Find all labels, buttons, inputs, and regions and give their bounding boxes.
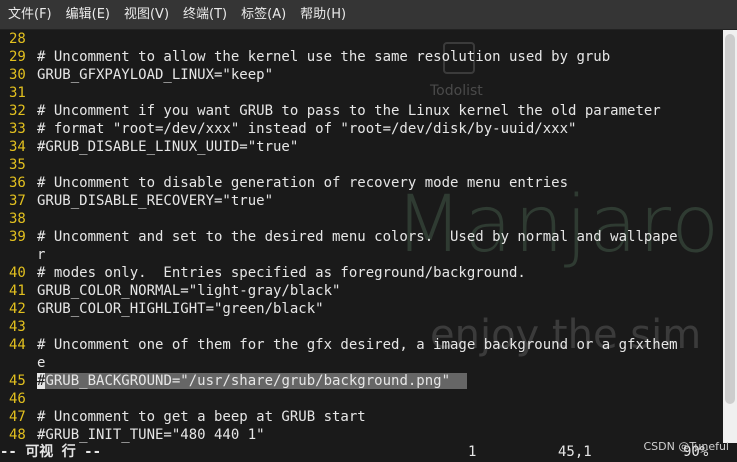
editor-line[interactable]: 41 GRUB_COLOR_NORMAL="light-gray/black" <box>0 282 723 300</box>
editor-line[interactable]: r <box>0 246 723 264</box>
line-text: e <box>37 355 46 371</box>
line-text: #GRUB_BACKGROUND="/usr/share/grub/backgr… <box>37 373 467 389</box>
editor-line[interactable]: 43 <box>0 318 723 336</box>
line-number: 36 <box>9 175 26 191</box>
editor-line[interactable]: 29 # Uncomment to allow the kernel use th… <box>0 48 723 66</box>
menu-view[interactable]: 视图(V) <box>116 0 175 29</box>
editor-line[interactable]: 33 # format "root=/dev/xxx" instead of "r… <box>0 120 723 138</box>
editor-line[interactable]: 32 # Uncomment if you want GRUB to pass t… <box>0 102 723 120</box>
menu-file[interactable]: 文件(F) <box>0 0 58 29</box>
mode-indicator: -- 可视 行 -- <box>0 444 102 460</box>
line-number: 28 <box>9 31 26 47</box>
editor-lines[interactable]: 28 29 # Uncomment to allow the kernel use … <box>0 30 723 443</box>
line-number: 47 <box>9 409 26 425</box>
editor-line[interactable]: 44 # Uncomment one of them for the gfx de… <box>0 336 723 354</box>
line-number: 44 <box>9 337 26 353</box>
editor-line[interactable]: 47 # Uncomment to get a beep at GRUB star… <box>0 408 723 426</box>
editor-line[interactable]: 46 <box>0 390 723 408</box>
csdn-watermark: CSDN @Tuneful <box>643 440 729 453</box>
line-text: # format "root=/dev/xxx" instead of "roo… <box>37 121 577 137</box>
line-number: 29 <box>9 49 26 65</box>
line-text: # Uncomment to disable generation of rec… <box>37 175 569 191</box>
line-number: 42 <box>9 301 26 317</box>
editor-line[interactable]: e <box>0 354 723 372</box>
editor-line[interactable]: 40 # modes only. Entries specified as for… <box>0 264 723 282</box>
line-text: r <box>37 247 46 263</box>
line-number: 48 <box>9 427 26 443</box>
scrollbar-thumb[interactable] <box>725 34 735 404</box>
line-text: GRUB_COLOR_NORMAL="light-gray/black" <box>37 283 341 299</box>
editor-line[interactable]: 45 #GRUB_BACKGROUND="/usr/share/grub/back… <box>0 372 723 390</box>
line-number: 46 <box>9 391 26 407</box>
line-text: #GRUB_INIT_TUNE="480 440 1" <box>37 427 265 443</box>
line-text: # modes only. Entries specified as foreg… <box>37 265 526 281</box>
line-number: 31 <box>9 85 26 101</box>
line-number: 45 <box>9 373 26 389</box>
line-number: 34 <box>9 139 26 155</box>
line-number: 39 <box>9 229 26 245</box>
line-text: # Uncomment to allow the kernel use the … <box>37 49 611 65</box>
menu-help[interactable]: 帮助(H) <box>292 0 352 29</box>
line-text: # Uncomment if you want GRUB to pass to … <box>37 103 661 119</box>
scrollbar[interactable] <box>723 30 737 443</box>
editor-line[interactable]: 31 <box>0 84 723 102</box>
editor-line[interactable]: 42 GRUB_COLOR_HIGHLIGHT="green/black" <box>0 300 723 318</box>
line-text: GRUB_DISABLE_RECOVERY="true" <box>37 193 274 209</box>
editor-line[interactable]: 34 #GRUB_DISABLE_LINUX_UUID="true" <box>0 138 723 156</box>
line-number: 40 <box>9 265 26 281</box>
line-number: 37 <box>9 193 26 209</box>
line-text: # Uncomment to get a beep at GRUB start <box>37 409 366 425</box>
editor-line[interactable]: 37 GRUB_DISABLE_RECOVERY="true" <box>0 192 723 210</box>
menu-edit[interactable]: 编辑(E) <box>58 0 116 29</box>
editor-line[interactable]: 28 <box>0 30 723 48</box>
editor-line[interactable]: 35 <box>0 156 723 174</box>
menu-terminal[interactable]: 终端(T) <box>175 0 233 29</box>
editor-line[interactable]: 36 # Uncomment to disable generation of r… <box>0 174 723 192</box>
line-text: GRUB_GFXPAYLOAD_LINUX="keep" <box>37 67 274 83</box>
line-text: # Uncomment and set to the desired menu … <box>37 229 678 245</box>
editor-line[interactable]: 30 GRUB_GFXPAYLOAD_LINUX="keep" <box>0 66 723 84</box>
line-number: 33 <box>9 121 26 137</box>
line-number: 30 <box>9 67 26 83</box>
line-text: GRUB_COLOR_HIGHLIGHT="green/black" <box>37 301 324 317</box>
line-number: 32 <box>9 103 26 119</box>
line-text: # Uncomment one of them for the gfx desi… <box>37 337 678 353</box>
line-text: #GRUB_DISABLE_LINUX_UUID="true" <box>37 139 299 155</box>
text-cursor: # <box>37 373 46 389</box>
menu-bar: 文件(F) 编辑(E) 视图(V) 终端(T) 标签(A) 帮助(H) <box>0 0 737 30</box>
line-number: 43 <box>9 319 26 335</box>
menu-tabs[interactable]: 标签(A) <box>233 0 292 29</box>
line-number: 38 <box>9 211 26 227</box>
selection-count: 1 <box>468 444 477 460</box>
line-number: 41 <box>9 283 26 299</box>
cursor-position: 45,1 <box>558 444 592 460</box>
vim-status-line: -- 可视 行 -- 1 45,1 90% <box>0 443 737 462</box>
editor-line[interactable]: 39 # Uncomment and set to the desired men… <box>0 228 723 246</box>
terminal-area[interactable]: Todolist Manjaro Linux enjoy the sim 282… <box>0 30 723 443</box>
line-number: 35 <box>9 157 26 173</box>
editor-line[interactable]: 38 <box>0 210 723 228</box>
editor-line[interactable]: 48 #GRUB_INIT_TUNE="480 440 1" <box>0 426 723 443</box>
